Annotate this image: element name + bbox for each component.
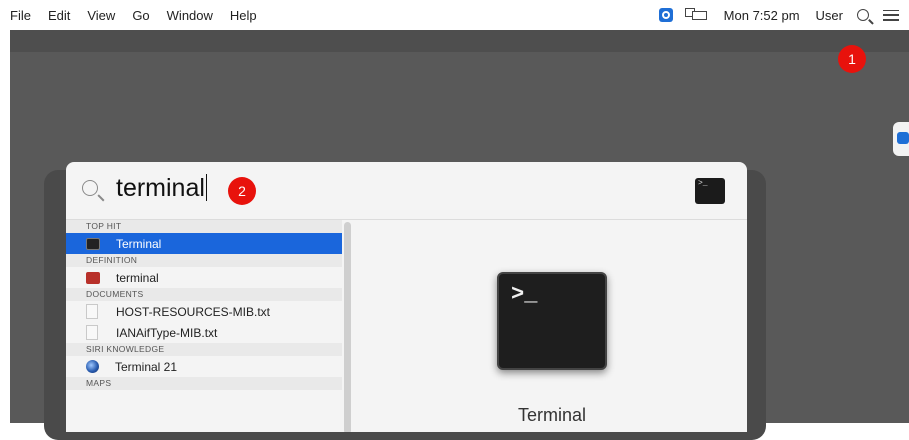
teamviewer-icon[interactable] bbox=[658, 8, 673, 22]
dictionary-icon bbox=[86, 271, 100, 284]
result-ianaiftype-mib[interactable]: IANAifType-MIB.txt bbox=[66, 322, 342, 343]
desktop-top-band bbox=[10, 30, 909, 52]
siri-knowledge-icon bbox=[86, 360, 99, 373]
menu-file[interactable]: File bbox=[10, 8, 31, 23]
menubar-user[interactable]: User bbox=[816, 8, 843, 23]
spotlight-search-bar: terminal bbox=[66, 162, 747, 220]
menu-go[interactable]: Go bbox=[132, 8, 149, 23]
section-header-maps: MAPS bbox=[66, 377, 342, 390]
result-label: Terminal bbox=[116, 236, 162, 251]
section-header-definition: DEFINITION bbox=[66, 254, 342, 267]
text-document-icon bbox=[86, 304, 98, 319]
status-area: Mon 7:52 pm User bbox=[658, 0, 899, 30]
annotation-badge-1: 1 bbox=[838, 45, 866, 73]
terminal-prompt-glyph: >_ bbox=[511, 282, 538, 307]
spotlight-results-list: TOP HIT Terminal DEFINITION terminal DOC… bbox=[66, 220, 342, 432]
result-terminal-app[interactable]: Terminal bbox=[66, 233, 342, 254]
result-terminal-definition[interactable]: terminal bbox=[66, 267, 342, 288]
search-query-text: terminal bbox=[116, 174, 205, 202]
menu-bar: File Edit View Go Window Help Mon 7:52 p… bbox=[0, 0, 909, 30]
spotlight-search-icon[interactable] bbox=[857, 9, 869, 21]
terminal-thumbnail-icon bbox=[695, 178, 725, 204]
notification-center-icon[interactable] bbox=[883, 9, 899, 21]
annotation-badge-2: 2 bbox=[228, 177, 256, 205]
teamviewer-icon bbox=[897, 132, 909, 144]
text-document-icon bbox=[86, 325, 98, 340]
spotlight-search-input[interactable]: terminal bbox=[116, 174, 208, 203]
menubar-clock[interactable]: Mon 7:52 pm bbox=[724, 8, 800, 23]
result-label: HOST-RESOURCES-MIB.txt bbox=[116, 304, 271, 319]
result-label: terminal bbox=[116, 270, 159, 285]
text-cursor bbox=[205, 174, 208, 201]
display-mirroring-icon[interactable] bbox=[684, 8, 707, 22]
spotlight-window: terminal TOP HIT Terminal DEFINITION ter… bbox=[66, 162, 747, 432]
menu-window[interactable]: Window bbox=[167, 8, 213, 23]
teamviewer-side-tab[interactable] bbox=[893, 122, 909, 156]
terminal-preview-icon: >_ bbox=[497, 272, 607, 370]
result-label: IANAifType-MIB.txt bbox=[116, 325, 218, 340]
section-header-documents: DOCUMENTS bbox=[66, 288, 342, 301]
menu-edit[interactable]: Edit bbox=[48, 8, 70, 23]
menu-view[interactable]: View bbox=[87, 8, 115, 23]
terminal-icon bbox=[86, 237, 100, 250]
results-scrollbar[interactable] bbox=[344, 222, 351, 432]
result-terminal-21[interactable]: Terminal 21 bbox=[66, 356, 342, 377]
search-icon bbox=[82, 180, 98, 196]
menu-help[interactable]: Help bbox=[230, 8, 257, 23]
app-menu: File Edit View Go Window Help bbox=[10, 8, 274, 23]
section-header-siri-knowledge: SIRI KNOWLEDGE bbox=[66, 343, 342, 356]
result-host-resources-mib[interactable]: HOST-RESOURCES-MIB.txt bbox=[66, 301, 342, 322]
section-header-top-hit: TOP HIT bbox=[66, 220, 342, 233]
result-label: Terminal 21 bbox=[115, 359, 178, 374]
